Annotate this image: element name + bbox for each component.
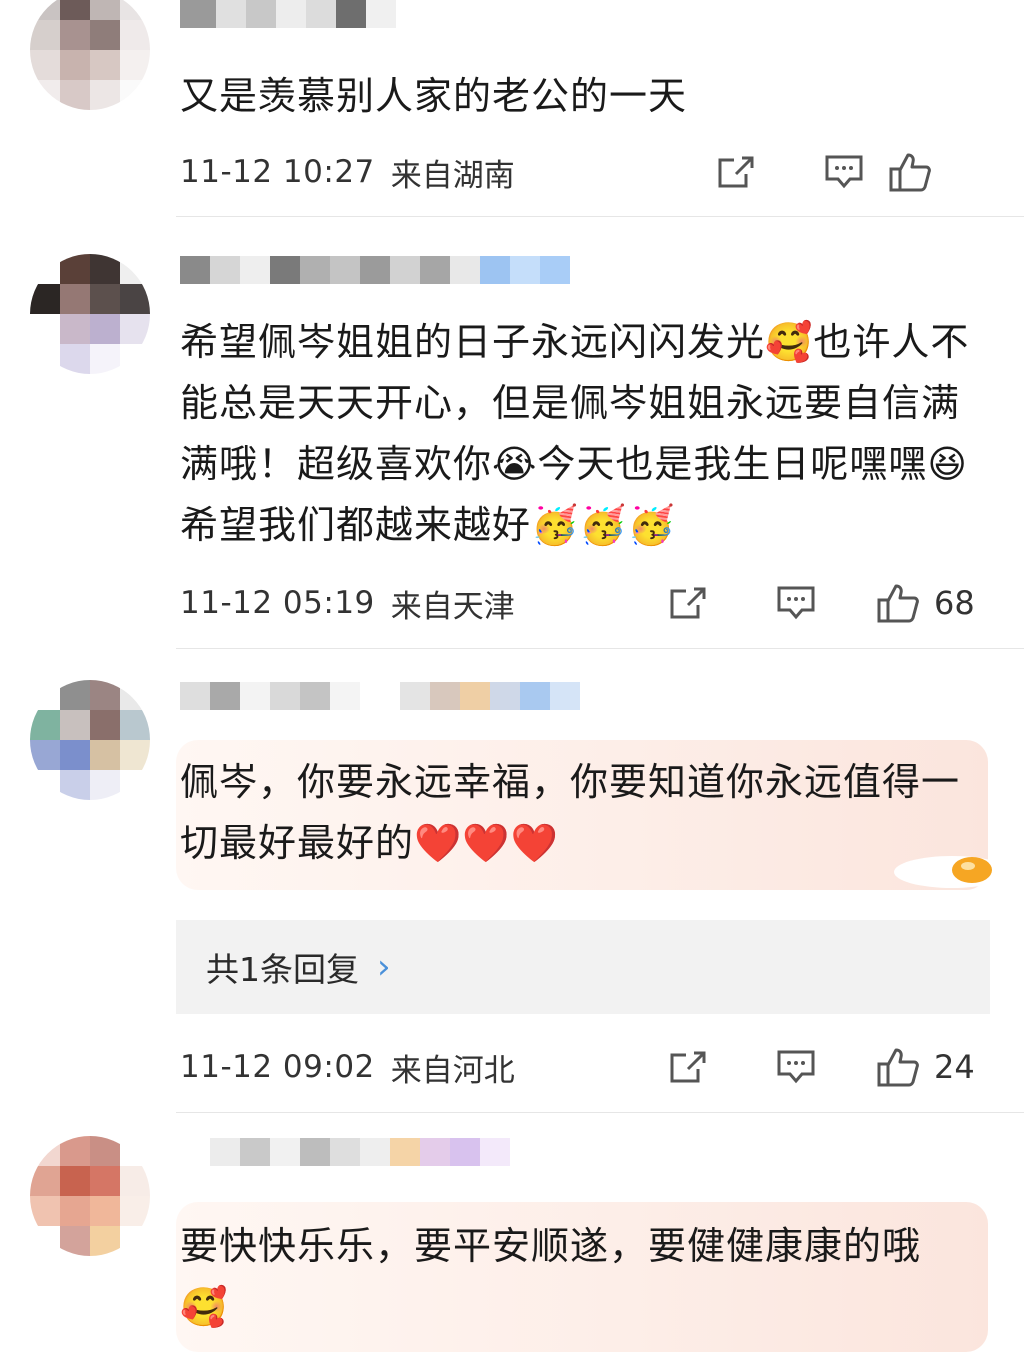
- like-count: 68: [934, 584, 975, 622]
- username-blurred[interactable]: [180, 256, 570, 316]
- comment-icon: [777, 586, 815, 620]
- location: 来自天津: [390, 588, 515, 625]
- like-count: 24: [934, 1048, 975, 1086]
- username-blurred[interactable]: [180, 1138, 510, 1198]
- divider: [176, 648, 1024, 649]
- comment-button[interactable]: [708, 585, 816, 621]
- comment-text: 佩岑，你要永远幸福，你要知道你永远值得一切最好最好的❤️❤️❤️: [180, 760, 961, 865]
- location: 来自湖南: [390, 157, 515, 194]
- chevron-right-icon: ›: [377, 947, 391, 987]
- repost-button[interactable]: [648, 585, 708, 621]
- avatar[interactable]: [30, 254, 150, 374]
- avatar[interactable]: [30, 680, 150, 800]
- repost-button[interactable]: [696, 154, 756, 190]
- comment-text: 希望佩岑姐姐的日子永远闪闪发光🥰也许人不能总是天天开心，但是佩岑姐姐永远要自信满…: [180, 320, 970, 547]
- thumbs-up-icon: [877, 1048, 919, 1087]
- like-button[interactable]: 68: [816, 582, 990, 624]
- timestamp: 11-12 10:27: [180, 154, 375, 190]
- avatar[interactable]: [30, 0, 150, 110]
- comment-meta: 11-12 09:02 来自河北 24: [180, 1042, 990, 1092]
- thumbs-up-icon: [877, 584, 919, 623]
- comment-text: 又是羡慕别人家的老公的一天: [180, 74, 688, 118]
- replies-link[interactable]: 共1条回复 ›: [176, 920, 990, 1014]
- timestamp: 11-12 09:02: [180, 1049, 375, 1085]
- share-icon: [670, 587, 706, 619]
- avatar[interactable]: [30, 1136, 150, 1256]
- comment-icon: [825, 155, 863, 189]
- repost-button[interactable]: [648, 1049, 708, 1085]
- comment-button[interactable]: [756, 154, 864, 190]
- comment-meta: 11-12 05:19 来自天津 68: [180, 578, 990, 628]
- username-blurred[interactable]: [180, 0, 396, 60]
- share-icon: [718, 156, 754, 188]
- like-button[interactable]: 24: [816, 1046, 990, 1088]
- username-blurred[interactable]: [180, 682, 580, 742]
- replies-label: 共1条回复: [206, 950, 359, 989]
- location: 来自河北: [390, 1052, 515, 1089]
- comment-icon: [777, 1050, 815, 1084]
- thumbs-up-icon: [889, 153, 931, 192]
- comment-meta: 11-12 10:27 来自湖南: [180, 147, 990, 197]
- like-button[interactable]: [864, 151, 990, 193]
- divider: [176, 1112, 1024, 1113]
- divider: [176, 216, 1024, 217]
- comment-button[interactable]: [708, 1049, 816, 1085]
- share-icon: [670, 1051, 706, 1083]
- comment-text: 要快快乐乐，要平安顺遂，要健健康康的哦🥰: [180, 1224, 922, 1329]
- timestamp: 11-12 05:19: [180, 585, 375, 621]
